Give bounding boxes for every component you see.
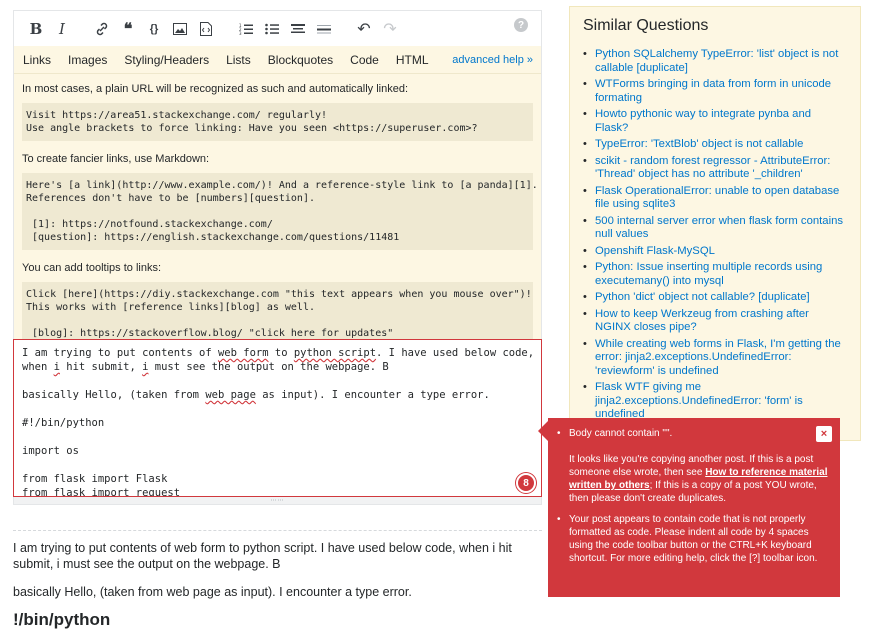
editing-help-panel: Links Images Styling/Headers Lists Block… bbox=[13, 46, 542, 353]
similar-questions-list: Python SQLalchemy TypeError: 'list' obje… bbox=[583, 48, 847, 422]
similar-question-link[interactable]: Openshift Flask-MySQL bbox=[583, 245, 847, 259]
resize-grip[interactable]: ⋯⋯ bbox=[13, 497, 542, 505]
undo-icon[interactable]: ↶ bbox=[352, 17, 376, 41]
tab-styling-headers[interactable]: Styling/Headers bbox=[124, 53, 209, 67]
heading-icon[interactable] bbox=[286, 17, 310, 41]
similar-question-link[interactable]: While creating web forms in Flask, I'm g… bbox=[583, 338, 847, 379]
spellcheck-word: web form bbox=[217, 347, 269, 359]
similar-question-link[interactable]: WTForms bringing in data from form in un… bbox=[583, 78, 847, 105]
preview-divider bbox=[13, 530, 542, 531]
similar-question-link[interactable]: scikit - random forest regressor - Attri… bbox=[583, 155, 847, 182]
advanced-help-link[interactable]: advanced help » bbox=[452, 54, 533, 66]
help-text: You can add tooltips to links: bbox=[22, 262, 162, 274]
preview-paragraph: basically Hello, (taken from web page as… bbox=[13, 585, 412, 599]
help-text: In most cases, a plain URL will be recog… bbox=[22, 83, 409, 95]
similar-question-link[interactable]: Howto pythonic way to integrate pynba an… bbox=[583, 108, 847, 135]
preview-heading: !/bin/python bbox=[13, 610, 111, 629]
help-text: To create fancier links, use Markdown: bbox=[22, 153, 210, 165]
post-preview: I am trying to put contents of web form … bbox=[13, 540, 542, 628]
blockquote-icon[interactable]: ❝ bbox=[116, 17, 140, 41]
editor-toolbar: B I ❝ {} 123 ↶ ↷ ? bbox=[13, 10, 542, 46]
similar-questions-title: Similar Questions bbox=[583, 17, 709, 34]
spellcheck-word: python script bbox=[293, 347, 377, 359]
error-detail: It looks like you're copying another pos… bbox=[569, 454, 828, 504]
help-tabs: Links Images Styling/Headers Lists Block… bbox=[14, 46, 541, 74]
similar-question-link[interactable]: How to keep Werkzeug from crashing after… bbox=[583, 308, 847, 335]
code-icon[interactable]: {} bbox=[142, 17, 166, 41]
help-code-sample: Click [here](https://diy.stackexchange.c… bbox=[22, 282, 533, 346]
similar-question-link[interactable]: Python: Issue inserting multiple records… bbox=[583, 261, 847, 288]
redo-icon[interactable]: ↷ bbox=[378, 17, 402, 41]
similar-questions-panel: Similar Questions Python SQLalchemy Type… bbox=[569, 6, 861, 441]
bulleted-list-icon[interactable] bbox=[260, 17, 284, 41]
similar-question-link[interactable]: Flask OperationalError: unable to open d… bbox=[583, 185, 847, 212]
post-editor: B I ❝ {} 123 ↶ ↷ ? Links Images Styling/… bbox=[13, 10, 542, 353]
similar-question-link[interactable]: Flask WTF giving me jinja2.exceptions.Un… bbox=[583, 381, 847, 422]
tab-lists[interactable]: Lists bbox=[226, 53, 251, 67]
tab-links[interactable]: Links bbox=[23, 53, 51, 67]
bold-button[interactable]: B bbox=[24, 17, 48, 41]
similar-question-link[interactable]: Python SQLalchemy TypeError: 'list' obje… bbox=[583, 48, 847, 75]
snippet-icon[interactable] bbox=[194, 17, 218, 41]
italic-button[interactable]: I bbox=[50, 17, 74, 41]
tab-html[interactable]: HTML bbox=[396, 53, 429, 67]
help-code-sample: Here's [a link](http://www.example.com/)… bbox=[22, 173, 538, 250]
tab-images[interactable]: Images bbox=[68, 53, 107, 67]
link-icon[interactable] bbox=[90, 17, 114, 41]
svg-text:3: 3 bbox=[239, 31, 242, 35]
help-content: In most cases, a plain URL will be recog… bbox=[14, 74, 541, 352]
numbered-list-icon[interactable]: 123 bbox=[234, 17, 258, 41]
spellcheck-word: web page bbox=[205, 389, 256, 401]
help-code-sample: Visit https://area51.stackexchange.com/ … bbox=[22, 103, 533, 141]
error-title: Body cannot contain "". bbox=[569, 428, 673, 439]
error-count-badge[interactable]: 8 bbox=[516, 473, 536, 493]
validation-error-popup: × Body cannot contain "". It looks like … bbox=[538, 418, 840, 597]
help-icon[interactable]: ? bbox=[514, 18, 528, 32]
tab-code[interactable]: Code bbox=[350, 53, 379, 67]
body-textarea[interactable]: I am trying to put contents of web form … bbox=[13, 339, 542, 497]
error-message: Your post appears to contain code that i… bbox=[557, 513, 828, 565]
similar-question-link[interactable]: TypeError: 'TextBlob' object is not call… bbox=[583, 138, 847, 152]
preview-paragraph: I am trying to put contents of web form … bbox=[13, 541, 512, 571]
image-icon[interactable] bbox=[168, 17, 192, 41]
tab-blockquotes[interactable]: Blockquotes bbox=[268, 53, 333, 67]
similar-question-link[interactable]: 500 internal server error when flask for… bbox=[583, 215, 847, 242]
similar-question-link[interactable]: Python 'dict' object not callable? [dupl… bbox=[583, 291, 847, 305]
horizontal-rule-icon[interactable] bbox=[312, 17, 336, 41]
error-message: Body cannot contain "". It looks like yo… bbox=[557, 427, 828, 505]
